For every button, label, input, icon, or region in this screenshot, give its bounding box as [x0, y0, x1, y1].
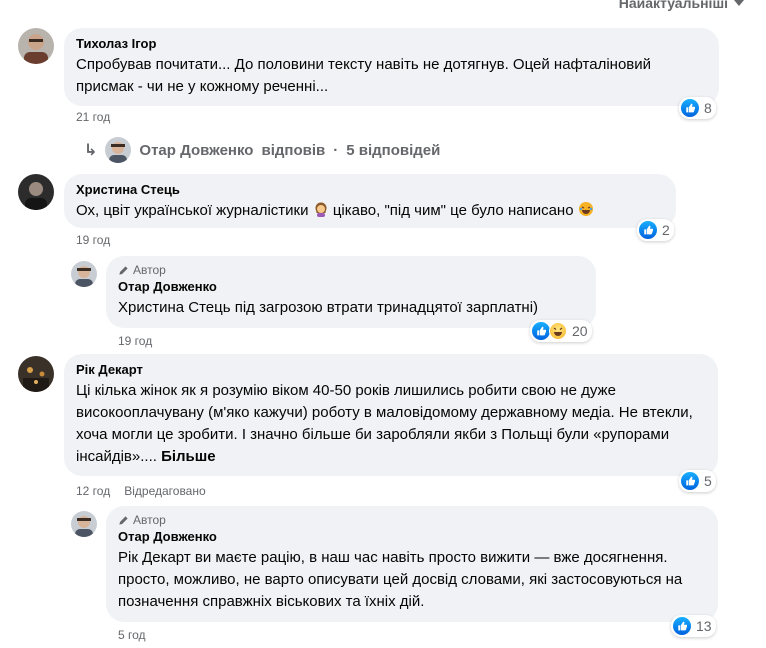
reply-text: Рік Декарт ви маєте рацію, в наш час нав… [118, 549, 683, 610]
reaction-count: 8 [704, 100, 712, 116]
avatar-image [18, 28, 54, 64]
comment-time[interactable]: 12 год [76, 484, 110, 498]
reaction-count: 20 [572, 323, 588, 339]
comment-author[interactable]: Тихолаз Ігор [76, 36, 707, 52]
avatar[interactable] [18, 174, 54, 210]
reply-time[interactable]: 5 год [118, 628, 146, 642]
author-badge: Автор [118, 513, 706, 527]
reactions-badge[interactable]: 13 [671, 615, 716, 637]
laughing-crying-emoji-icon [578, 202, 593, 216]
like-icon [681, 99, 699, 117]
reactions-badge[interactable]: 2 [637, 219, 674, 241]
author-badge-label: Автор [133, 263, 166, 277]
reply-arrow-icon: ↳ [84, 142, 98, 159]
chevron-down-icon [734, 0, 744, 6]
comment-bubble: Рік Декарт Ці кілька жінок як я розумію … [64, 354, 718, 476]
reactions-badge[interactable]: 8 [679, 97, 716, 119]
haha-icon [549, 322, 567, 340]
avatar[interactable] [71, 511, 97, 537]
comment-meta: 19 год [76, 233, 110, 247]
like-icon [673, 617, 691, 635]
reactions-badge[interactable]: 5 [679, 470, 716, 492]
reply-text: Христина Стець під загрозою втрати трина… [118, 299, 539, 316]
comment-text-part: Ох, цвіт української журналістики [76, 202, 309, 219]
woman-facepalming-emoji-icon [315, 202, 327, 217]
reply-bubble: Автор Отар Довженко Христина Стець під з… [106, 256, 596, 328]
author-badge: Автор [118, 263, 584, 277]
sort-dropdown[interactable]: Найактуальніші [619, 0, 744, 11]
sort-label: Найактуальніші [618, 0, 728, 11]
comment-text: Ох, цвіт української журналістики цікаво… [76, 200, 664, 222]
comment-text: Ці кілька жінок як я розумію віком 40-50… [76, 380, 706, 468]
see-more-link[interactable]: Більше [161, 448, 216, 465]
replies-label: відповів [261, 141, 326, 159]
comment-meta: 12 год Відредаговано [76, 484, 206, 498]
author-badge-label: Автор [133, 513, 166, 527]
replies-separator: · [333, 141, 339, 159]
like-icon [681, 472, 699, 490]
reply-author[interactable]: Отар Довженко [118, 279, 584, 295]
reaction-count: 2 [662, 222, 670, 238]
comment-author[interactable]: Рік Декарт [76, 362, 706, 378]
reaction-count: 5 [704, 473, 712, 489]
avatar [105, 137, 132, 163]
comment-author[interactable]: Христина Стець [76, 182, 664, 198]
reactions-badge[interactable]: 20 [530, 320, 592, 342]
avatar[interactable] [18, 356, 54, 392]
comment-bubble: Христина Стець Ох, цвіт української журн… [64, 174, 676, 228]
replies-author: Отар Довженко [139, 141, 254, 159]
avatar[interactable] [71, 261, 97, 287]
comment-time[interactable]: 19 год [76, 233, 110, 247]
like-icon [532, 322, 550, 340]
reply-meta: 5 год [118, 628, 146, 642]
reaction-count: 13 [696, 618, 712, 634]
reply-meta: 19 год [118, 334, 152, 348]
comment-text: Спробував почитати... До половини тексту… [76, 56, 652, 95]
comment-bubble: Тихолаз Ігор Спробував почитати... До по… [64, 28, 719, 106]
edited-label: Відредаговано [124, 484, 206, 498]
pencil-icon [119, 515, 128, 525]
comment-text-part: цікаво, "під чим" це було написано [332, 202, 574, 219]
comment-time[interactable]: 21 год [76, 110, 110, 124]
reply-bubble: Автор Отар Довженко Рік Декарт ви маєте … [106, 506, 718, 622]
replies-count: 5 відповідей [346, 141, 441, 159]
avatar[interactable] [18, 28, 54, 64]
view-replies-link[interactable]: ↳ Отар Довженко відповів · 5 відповідей [84, 137, 440, 163]
pencil-icon [119, 265, 128, 275]
like-icon [639, 221, 657, 239]
reply-time[interactable]: 19 год [118, 334, 152, 348]
comment-meta: 21 год [76, 110, 110, 124]
reply-author[interactable]: Отар Довженко [118, 529, 706, 545]
